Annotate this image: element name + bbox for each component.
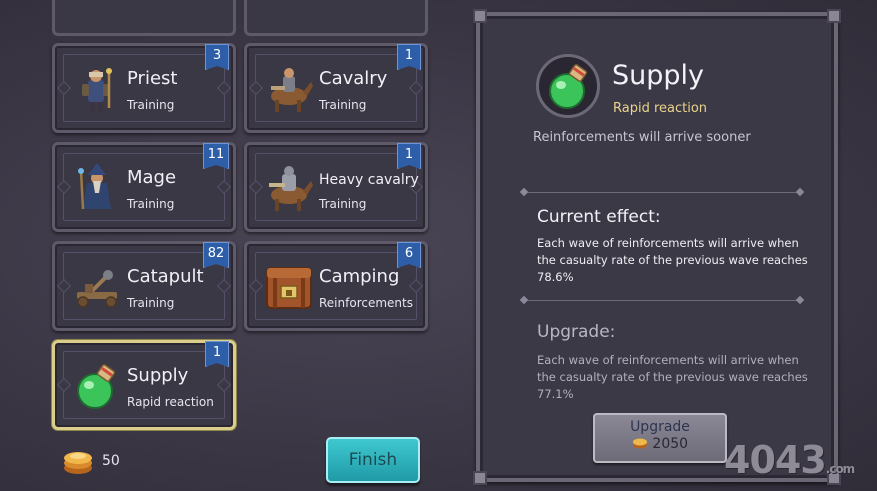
upgrade-cost: 2050 [595, 436, 725, 452]
unit-card-catapult[interactable]: Catapult Training 82 [52, 241, 236, 331]
unit-status: Training [127, 98, 175, 112]
upgrade-heading: Upgrade: [537, 322, 616, 342]
detail-title: Supply [612, 60, 705, 91]
unit-card-partial-right[interactable] [244, 0, 428, 36]
unit-count-badge: 1 [397, 44, 421, 70]
unit-card-cavalry[interactable]: Cavalry Training 1 [244, 43, 428, 133]
unit-status: Rapid reaction [127, 395, 214, 409]
unit-name: Cavalry [319, 68, 388, 89]
unit-card-priest[interactable]: Priest Training 3 [52, 43, 236, 133]
current-effect-text: Each wave of reinforcements will arrive … [537, 236, 808, 284]
unit-name: Mage [127, 167, 177, 188]
unit-status: Training [127, 197, 175, 211]
upgrade-cost-value: 2050 [652, 436, 689, 452]
unit-card-heavy-cavalry[interactable]: Heavy cavalry Training 1 [244, 142, 428, 232]
unit-name: Heavy cavalry [319, 172, 419, 188]
unit-card-mage[interactable]: Mage Training 11 [52, 142, 236, 232]
panel-corner [473, 9, 487, 23]
panel-corner [827, 9, 841, 23]
catapult-icon [77, 270, 117, 308]
unit-name: Catapult [127, 266, 204, 287]
heavy-cavalry-icon [269, 166, 313, 211]
watermark-logo: 4043.com [724, 438, 855, 482]
unit-card-camping[interactable]: Camping Reinforcements 6 [244, 241, 428, 331]
panel-corner [473, 471, 487, 485]
divider [524, 300, 800, 301]
camping-chest-icon [266, 267, 312, 309]
coin-stack-icon [64, 452, 92, 474]
upgrade-button[interactable]: Upgrade 2050 [593, 413, 727, 463]
current-effect-heading: Current effect: [537, 207, 661, 227]
cavalry-icon [271, 68, 313, 112]
unit-card-partial-left[interactable] [52, 0, 236, 36]
upgrade-text: Each wave of reinforcements will arrive … [537, 353, 808, 401]
unit-status: Reinforcements [319, 296, 413, 310]
detail-description: Reinforcements will arrive sooner [533, 130, 751, 145]
unit-card-supply[interactable]: Supply Rapid reaction 1 [52, 340, 236, 430]
unit-status: Training [127, 296, 175, 310]
unit-status: Training [319, 197, 367, 211]
potion-icon [77, 364, 116, 409]
detail-subtitle: Rapid reaction [613, 101, 708, 116]
unit-status: Training [319, 98, 367, 112]
coin-icon [632, 438, 647, 449]
unit-count-badge: 3 [205, 44, 229, 70]
divider [524, 192, 800, 193]
mage-icon [78, 163, 111, 210]
unit-name: Camping [319, 266, 400, 287]
priest-icon [82, 68, 112, 112]
finish-button[interactable]: Finish [326, 437, 420, 483]
detail-panel: Supply Rapid reaction Reinforcements wil… [473, 9, 841, 485]
detail-icon-frame [536, 54, 600, 118]
unit-name: Supply [127, 365, 189, 386]
unit-name: Priest [127, 68, 178, 89]
potion-icon [549, 64, 588, 109]
gold-amount: 50 [102, 453, 120, 469]
upgrade-button-label: Upgrade [630, 419, 690, 435]
